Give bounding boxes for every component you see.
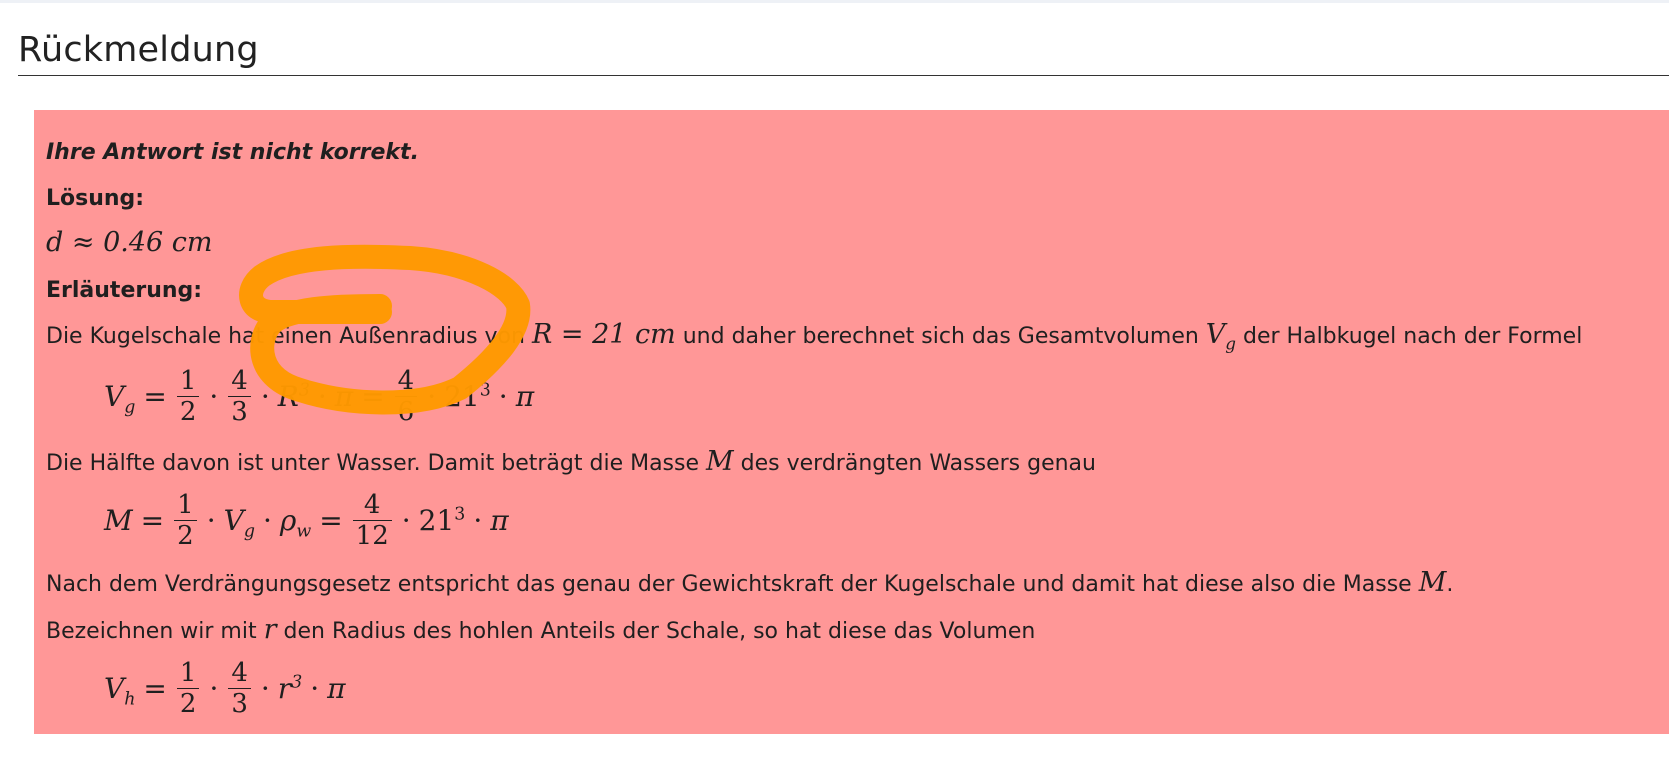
- eq1-r-exp: 3: [298, 380, 310, 401]
- p3-math-m: M: [1418, 567, 1447, 598]
- solution-value: d ≈ 0.46 cm: [46, 227, 213, 258]
- eq2-f1-den: 2: [174, 520, 197, 551]
- eq1-fraction-1: 12: [176, 366, 200, 427]
- p3-text-a: Nach dem Verdrängungsgesetz entspricht d…: [46, 572, 1419, 597]
- eq2-dot-4: ·: [473, 504, 483, 537]
- top-border: [0, 0, 1669, 3]
- p2-math-m: M: [706, 446, 734, 477]
- eq3-r-cubed: r3: [278, 672, 302, 705]
- eq1-pi-2: π: [515, 380, 535, 413]
- solution-label: Lösung:: [46, 186, 145, 211]
- eq2-equals-1: =: [140, 504, 165, 537]
- eq3-r: r: [277, 672, 292, 705]
- eq1-21: 21: [444, 380, 480, 413]
- eq2-dot-2: ·: [262, 504, 272, 537]
- feedback-status: Ihre Antwort ist nicht korrekt.: [46, 140, 419, 165]
- p3-text-b: .: [1446, 572, 1454, 597]
- eq3-lhs-sub: h: [124, 689, 136, 710]
- eq1-r: R: [277, 380, 299, 413]
- explanation-label: Erläuterung:: [46, 278, 203, 303]
- equation-volume-total: Vg = 12 · 43 · R3 · π = 46 · 213 · π: [104, 366, 534, 427]
- heading-divider: [18, 75, 1669, 76]
- vg-base: V: [1205, 319, 1226, 350]
- eq1-f2-den: 3: [228, 396, 251, 427]
- eq3-lhs: Vh: [104, 672, 135, 708]
- eq1-f1-den: 2: [176, 396, 200, 427]
- eq1-lhs-sub: g: [124, 397, 136, 418]
- p1-text-b: und daher berechnet sich das Gesamtvolum…: [675, 324, 1206, 349]
- eq3-equals: =: [143, 672, 167, 705]
- eq1-21-exp: 3: [479, 380, 491, 401]
- eq2-rho-sub: w: [296, 521, 312, 542]
- equation-volume-hollow: Vh = 12 · 43 · r3 · π: [104, 658, 346, 719]
- p1-text-c: der Halbkugel nach der Formel: [1236, 324, 1583, 349]
- eq3-f2-num: 4: [231, 658, 248, 688]
- eq2-f2-num: 4: [363, 490, 381, 520]
- section-heading: Rückmeldung: [18, 30, 259, 70]
- eq1-dot-1: ·: [209, 380, 219, 413]
- eq1-equals-2: =: [361, 380, 385, 413]
- eq1-equals-1: =: [143, 380, 167, 413]
- eq1-dot-4: ·: [427, 380, 437, 413]
- eq1-pi-1: π: [334, 380, 354, 413]
- eq3-fraction-2: 43: [228, 658, 251, 719]
- eq2-f1-num: 1: [177, 490, 194, 520]
- p4-text-b: den Radius des hohlen Anteils der Schale…: [276, 619, 1036, 644]
- explanation-paragraph-3: Nach dem Verdrängungsgesetz entspricht d…: [46, 569, 1453, 599]
- p4-math-r: r: [263, 614, 277, 645]
- equation-mass: M = 12 · Vg · ρw = 4 12 · 213 · π: [104, 490, 509, 551]
- eq2-v: V: [223, 504, 244, 537]
- eq3-f1-den: 2: [176, 688, 200, 719]
- eq2-equals-2: =: [319, 504, 343, 537]
- eq1-fraction-3: 46: [394, 366, 418, 427]
- p1-math-vg: Vg: [1205, 319, 1237, 354]
- eq2-lhs: M: [104, 504, 133, 537]
- eq3-fraction-1: 12: [176, 658, 200, 719]
- eq2-dot-1: ·: [206, 504, 216, 537]
- eq2-pi: π: [490, 504, 509, 537]
- feedback-panel: Ihre Antwort ist nicht korrekt. Lösung: …: [34, 110, 1669, 734]
- eq2-21: 21: [418, 504, 455, 537]
- eq3-dot-2: ·: [260, 672, 270, 705]
- eq2-dot-3: ·: [401, 504, 411, 537]
- eq3-dot-1: ·: [209, 672, 219, 705]
- eq1-f1-num: 1: [179, 366, 197, 396]
- eq3-pi: π: [327, 672, 346, 705]
- p1-text-a: Die Kugelschale hat einen Außenradius vo…: [46, 324, 532, 349]
- eq3-f2-den: 3: [228, 688, 251, 719]
- eq2-21-exp: 3: [454, 504, 466, 525]
- eq3-f1-num: 1: [179, 658, 197, 688]
- eq2-fraction-1: 12: [174, 490, 197, 551]
- eq1-fraction-2: 43: [228, 366, 251, 427]
- vg-sub: g: [1225, 333, 1237, 354]
- eq1-21-cubed: 213: [444, 380, 491, 413]
- p2-text-b: des verdrängten Wassers genau: [733, 451, 1096, 476]
- eq1-f3-den: 6: [394, 396, 418, 427]
- eq2-21-cubed: 213: [419, 504, 466, 537]
- eq3-r-exp: 3: [291, 672, 303, 693]
- explanation-paragraph-1: Die Kugelschale hat einen Außenradius vo…: [46, 319, 1583, 354]
- eq2-vg: Vg: [223, 504, 255, 540]
- explanation-paragraph-2: Die Hälfte davon ist unter Wasser. Damit…: [46, 448, 1096, 478]
- eq2-rho: ρw: [279, 504, 311, 540]
- p1-math-radius: R = 21 cm: [531, 319, 676, 350]
- eq2-rho-base: ρ: [279, 504, 297, 537]
- eq1-f2-num: 4: [231, 366, 248, 396]
- eq2-f2-den: 12: [352, 520, 392, 551]
- eq1-lhs: Vg: [104, 380, 135, 416]
- eq1-f3-num: 4: [397, 366, 415, 396]
- eq3-lhs-base: V: [104, 672, 125, 705]
- explanation-paragraph-4: Bezeichnen wir mit r den Radius des hohl…: [46, 616, 1035, 646]
- eq1-dot-5: ·: [498, 380, 508, 413]
- eq1-dot-2: ·: [260, 380, 270, 413]
- eq1-r-cubed: R3: [278, 380, 310, 413]
- eq3-dot-3: ·: [310, 672, 320, 705]
- p4-text-a: Bezeichnen wir mit: [46, 619, 264, 644]
- eq2-v-sub: g: [243, 521, 255, 542]
- eq1-lhs-base: V: [104, 380, 125, 413]
- eq2-fraction-2: 4 12: [352, 490, 392, 551]
- eq1-dot-3: ·: [317, 380, 327, 413]
- p2-text-a: Die Hälfte davon ist unter Wasser. Damit…: [46, 451, 707, 476]
